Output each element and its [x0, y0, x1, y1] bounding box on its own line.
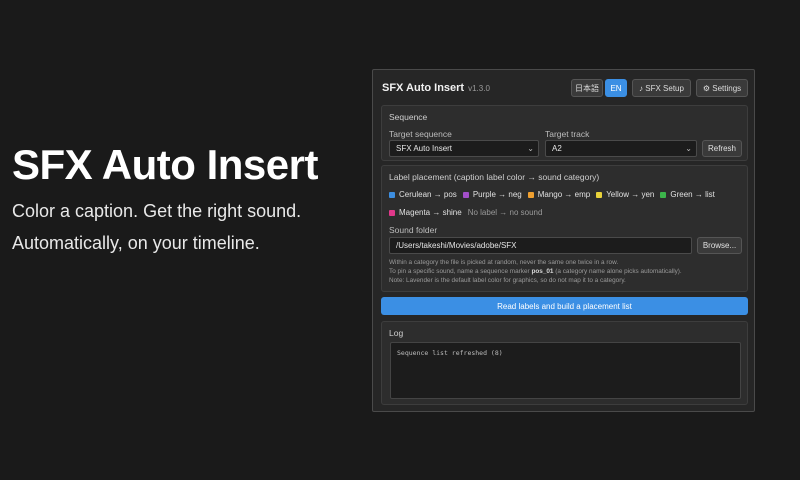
note-random: Within a category the file is picked at … [389, 259, 619, 266]
legend-label: Purple → neg [472, 190, 522, 199]
green-swatch-icon [660, 191, 667, 198]
hero: SFX Auto Insert Color a caption. Get the… [12, 140, 352, 254]
legend-item-yellow: Yellow → yen [596, 190, 654, 199]
label-legend-row-2: Magenta → shine No label → no sound [389, 208, 548, 217]
lang-ja-button[interactable]: 日本語 [571, 79, 603, 97]
note-pin-marker: To pin a specific sound, name a sequence… [389, 267, 682, 276]
note-lavender: Note: Lavender is the default label colo… [389, 277, 626, 284]
note-text: To pin a specific sound, name a sequence… [389, 268, 532, 275]
label-placement-title: Label placement (caption label color → s… [389, 172, 600, 182]
mango-swatch-icon [527, 191, 534, 198]
hero-tagline-2: Automatically, on your timeline. [12, 233, 260, 253]
browse-button[interactable]: Browse... [697, 237, 742, 254]
cerulean-swatch-icon [389, 191, 395, 198]
note-text: (a category name alone picks automatical… [553, 268, 682, 275]
panel-title: SFX Auto Insert v1.3.0 [382, 82, 490, 94]
legend-label: Yellow → yen [606, 190, 655, 199]
build-placement-list-button[interactable]: Read labels and build a placement list [381, 297, 748, 315]
legend-label: Green → list [670, 190, 715, 199]
label-legend-row-1: Cerulean → pos Purple → neg Mango → emp … [389, 190, 721, 199]
magenta-swatch-icon [389, 209, 395, 216]
sequence-section-title: Sequence [389, 112, 428, 122]
legend-item-green: Green → list [660, 190, 715, 199]
lang-en-button[interactable]: EN [605, 79, 627, 97]
sfx-setup-button[interactable]: ♪ SFX Setup [632, 79, 691, 97]
marker-example: pos_01 [531, 268, 554, 275]
target-sequence-label: Target sequence [389, 129, 452, 139]
legend-label: Mango → emp [537, 190, 591, 199]
yellow-swatch-icon [596, 191, 603, 198]
sound-folder-label: Sound folder [389, 225, 438, 235]
target-track-label: Target track [545, 129, 590, 139]
legend-label: Magenta → shine [399, 208, 462, 217]
app-name: SFX Auto Insert [382, 82, 465, 94]
legend-item-magenta: Magenta → shine [389, 208, 462, 217]
sequence-section: Sequence Target sequence Target track SF… [381, 105, 748, 161]
sound-folder-field[interactable]: /Users/takeshi/Movies/adobe/SFX [389, 237, 692, 254]
plugin-panel: SFX Auto Insert v1.3.0 日本語 EN ♪ SFX Setup… [372, 69, 755, 412]
log-line: Sequence list refreshed (8) [397, 349, 503, 357]
app-version: v1.3.0 [468, 84, 490, 93]
target-sequence-value: SFX Auto Insert [396, 144, 453, 153]
hero-title: SFX Auto Insert [12, 141, 318, 188]
settings-button[interactable]: ⚙ Settings [696, 79, 748, 97]
chevron-down-icon: ⌄ [685, 144, 692, 153]
label-placement-section: Label placement (caption label color → s… [381, 165, 748, 292]
target-track-select[interactable]: A2 ⌄ [545, 140, 697, 157]
purple-swatch-icon [462, 191, 469, 198]
refresh-button[interactable]: Refresh [702, 140, 742, 157]
target-sequence-select[interactable]: SFX Auto Insert ⌄ [389, 140, 539, 157]
chevron-down-icon: ⌄ [527, 144, 534, 153]
target-track-value: A2 [552, 144, 562, 153]
log-title: Log [389, 328, 404, 338]
hero-tagline-1: Color a caption. Get the right sound. [12, 201, 302, 221]
panel-header: SFX Auto Insert v1.3.0 日本語 EN ♪ SFX Setup… [373, 70, 754, 106]
legend-label: Cerulean → pos [399, 190, 457, 199]
log-output[interactable]: Sequence list refreshed (8) [390, 342, 741, 399]
legend-item-mango: Mango → emp [527, 190, 591, 199]
log-section: Log Sequence list refreshed (8) [381, 321, 748, 405]
legend-item-purple: Purple → neg [462, 190, 522, 199]
legend-item-no-label: No label → no sound [467, 208, 543, 217]
legend-item-cerulean: Cerulean → pos [389, 190, 457, 199]
